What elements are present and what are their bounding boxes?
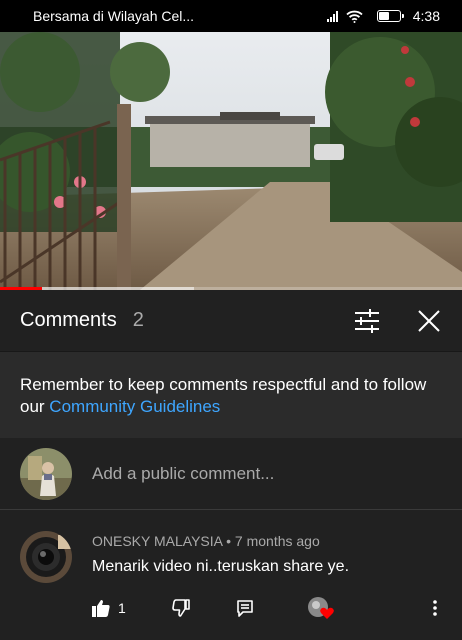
status-icons: 4:38 [326, 8, 440, 24]
battery-icon [376, 10, 404, 22]
more-options-button[interactable] [432, 599, 438, 617]
add-comment-row [0, 438, 462, 510]
comment-text: Menarik video ni..teruskan share ye. [92, 558, 350, 575]
comments-header: Comments 2 [0, 290, 462, 352]
cellular-signal-icon [326, 10, 338, 22]
comment-time: 7 months ago [234, 533, 320, 549]
status-title: Bersama di Wilayah Cel... [33, 8, 195, 24]
comment-actions: 1 [92, 597, 452, 619]
status-bar: Bersama di Wilayah Cel... 4:38 [0, 0, 462, 32]
like-count: 1 [118, 600, 126, 616]
reply-icon [236, 600, 253, 617]
creator-heart-icon [307, 597, 334, 619]
wifi-icon [346, 10, 363, 23]
sort-filter-icon[interactable] [354, 308, 380, 334]
more-vertical-icon [433, 600, 437, 616]
community-guidelines-link[interactable]: Community Guidelines [49, 397, 220, 416]
comments-count: 2 [132, 309, 144, 331]
comment-author[interactable]: ONESKY MALAYSIA [92, 533, 222, 549]
meta-separator: • [222, 533, 235, 549]
battery-level [378, 12, 390, 20]
video-player[interactable] [0, 32, 462, 290]
community-guidelines-notice: Remember to keep comments respectful and… [0, 352, 462, 438]
user-avatar[interactable] [20, 447, 72, 500]
close-icon[interactable] [416, 308, 442, 334]
dislike-button[interactable] [171, 599, 190, 617]
status-time: 4:38 [412, 8, 440, 24]
reply-button[interactable] [236, 599, 254, 617]
comment-item: ONESKY MALAYSIA • 7 months ago Menarik v… [0, 511, 462, 640]
comments-title: Comments [20, 309, 117, 331]
add-comment-input[interactable] [92, 463, 432, 484]
thumbs-up-icon [92, 600, 110, 617]
comment-author-avatar[interactable] [20, 531, 72, 583]
comment-meta: ONESKY MALAYSIA • 7 months ago [92, 533, 349, 549]
thumbs-down-icon [171, 599, 190, 617]
video-frame [0, 32, 462, 290]
creator-heart-badge [307, 597, 336, 619]
like-button[interactable]: 1 [92, 599, 126, 617]
